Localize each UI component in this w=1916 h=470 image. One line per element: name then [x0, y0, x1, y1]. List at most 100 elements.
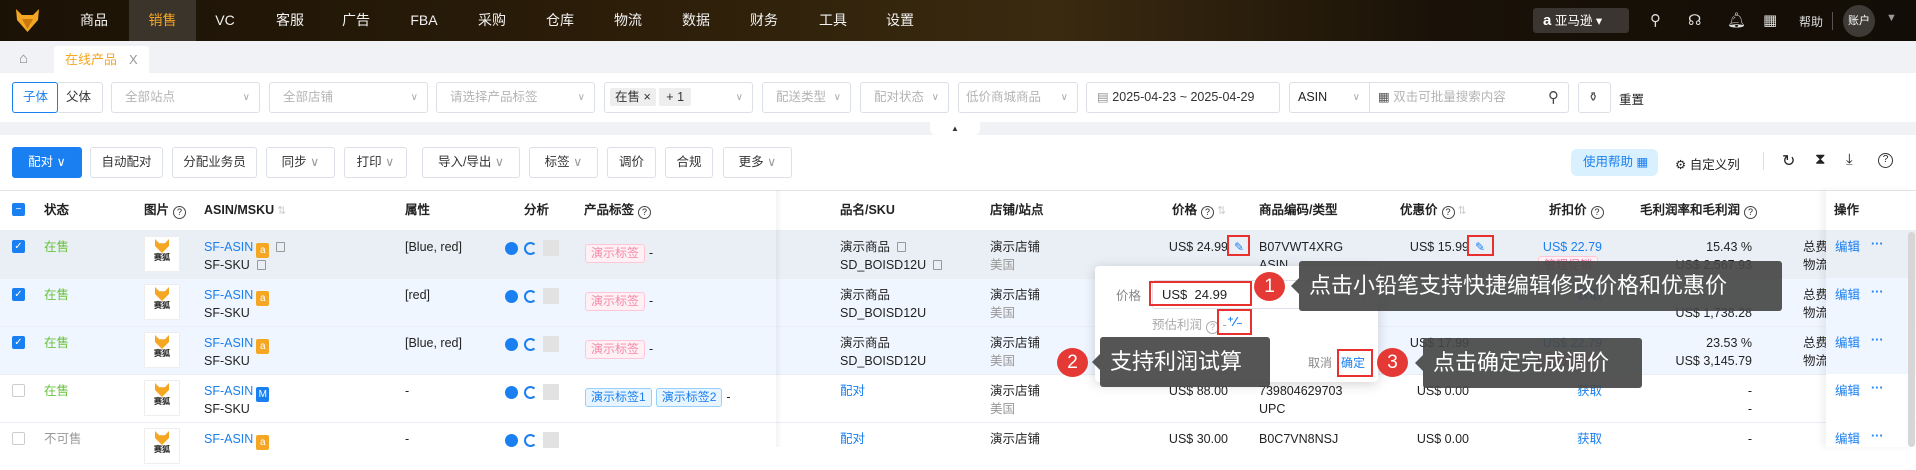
print-button[interactable]: 打印 ∨: [344, 147, 407, 178]
home-icon[interactable]: ⌂: [19, 50, 28, 67]
site-select[interactable]: 全部站点 ∨: [111, 82, 260, 113]
copy-icon[interactable]: [276, 242, 286, 252]
nav-item[interactable]: 数据: [666, 0, 726, 41]
traffic-icon[interactable]: [524, 289, 537, 303]
headset-icon[interactable]: ☊: [1688, 11, 1701, 29]
custom-columns-button[interactable]: ⚙ 自定义列: [1675, 154, 1740, 173]
pie-chart-icon[interactable]: [505, 241, 518, 255]
header-price[interactable]: 价格? ⇅: [1172, 190, 1226, 230]
traffic-icon[interactable]: [524, 385, 537, 399]
traffic-icon[interactable]: [524, 433, 537, 447]
help-icon[interactable]: ?: [173, 206, 187, 219]
low-price-select[interactable]: 低价商城商品 ∨: [958, 82, 1078, 113]
asin-link[interactable]: SF-ASIN: [204, 336, 253, 350]
match-button[interactable]: 配对 ∨: [12, 147, 82, 178]
help-icon[interactable]: ?: [1878, 153, 1893, 168]
product-tag[interactable]: 演示标签: [585, 340, 646, 359]
delivery-type-select[interactable]: 配送类型 ∨: [762, 82, 851, 113]
nav-item[interactable]: 商品: [64, 0, 124, 41]
hourglass-icon[interactable]: ⧗: [1815, 151, 1826, 168]
product-thumbnail[interactable]: 赛狐: [144, 284, 180, 320]
help-icon[interactable]: ?: [1590, 206, 1604, 219]
asin-link[interactable]: SF-ASIN: [204, 432, 253, 446]
tags-button[interactable]: 标签 ∨: [529, 147, 598, 178]
filter-icon[interactable]: ⚱: [1578, 82, 1611, 113]
search-icon[interactable]: ⚲: [1548, 83, 1559, 112]
match-status-select[interactable]: 配对状态 ∨: [860, 82, 949, 113]
vertical-scrollbar[interactable]: [1908, 232, 1915, 447]
account-caret-icon[interactable]: ▼: [1886, 12, 1897, 24]
row-checkbox[interactable]: [12, 432, 25, 445]
help-icon[interactable]: ?: [638, 206, 652, 219]
nav-item[interactable]: 仓库: [530, 0, 590, 41]
row-checkbox[interactable]: ✓: [12, 336, 25, 349]
product-thumbnail[interactable]: 赛狐: [144, 428, 180, 464]
nav-item[interactable]: VC: [195, 0, 255, 41]
trend-chart-icon[interactable]: [543, 240, 559, 256]
shop-select[interactable]: 全部店铺 ∨: [269, 82, 428, 113]
help-icon[interactable]: ?: [1441, 206, 1455, 219]
parent-toggle[interactable]: 父体: [57, 82, 103, 113]
nav-item[interactable]: 设置: [870, 0, 930, 41]
refresh-icon[interactable]: ↻: [1782, 151, 1795, 171]
product-thumbnail[interactable]: 赛狐: [144, 236, 180, 272]
date-range-picker[interactable]: ▤ 2025-04-23 ~ 2025-04-29: [1086, 82, 1280, 113]
copy-icon[interactable]: [897, 242, 907, 252]
chip-close-icon[interactable]: ×: [644, 90, 651, 104]
nav-item[interactable]: 广告: [326, 0, 386, 41]
nav-item[interactable]: 财务: [734, 0, 794, 41]
asin-link[interactable]: SF-ASIN: [204, 288, 253, 302]
help-link[interactable]: 帮助: [1799, 13, 1823, 30]
reset-button[interactable]: 重置: [1619, 89, 1644, 108]
import-export-button[interactable]: 导入/导出 ∨: [422, 147, 520, 178]
product-tag[interactable]: 演示标签: [585, 244, 646, 263]
select-all-checkbox[interactable]: −: [12, 203, 25, 216]
usage-help-button[interactable]: 使用帮助 ▦: [1571, 149, 1658, 176]
nav-item[interactable]: 采购: [462, 0, 522, 41]
nav-item[interactable]: 销售: [129, 0, 196, 41]
trend-chart-icon[interactable]: [543, 288, 559, 304]
trend-chart-icon[interactable]: [543, 336, 559, 352]
trend-chart-icon[interactable]: [543, 384, 559, 400]
nav-item[interactable]: 客服: [260, 0, 320, 41]
pie-chart-icon[interactable]: [505, 433, 518, 447]
discount-price[interactable]: 获取: [1577, 430, 1602, 448]
traffic-icon[interactable]: [524, 241, 537, 255]
collapse-filters-icon[interactable]: ▲: [930, 122, 980, 135]
trend-chart-icon[interactable]: [543, 432, 559, 448]
help-icon[interactable]: ?: [1201, 206, 1215, 219]
sort-icon[interactable]: ⇅: [1217, 205, 1226, 217]
nav-item[interactable]: 物流: [598, 0, 658, 41]
child-toggle[interactable]: 子体: [12, 82, 58, 113]
product-tag[interactable]: 演示标签2: [655, 388, 723, 407]
product-name[interactable]: 配对: [840, 430, 865, 448]
copy-icon[interactable]: [256, 260, 266, 270]
search-icon[interactable]: ⚲: [1650, 11, 1661, 29]
row-checkbox[interactable]: ✓: [12, 240, 25, 253]
header-asin[interactable]: ASIN/MSKU ⇅: [204, 190, 286, 230]
pie-chart-icon[interactable]: [505, 337, 518, 351]
discount-price[interactable]: US$ 22.79: [1543, 238, 1602, 256]
tab-close-icon[interactable]: X: [129, 52, 138, 67]
status-select[interactable]: 在售 × + 1 ∨: [604, 82, 753, 113]
product-thumbnail[interactable]: 赛狐: [144, 380, 180, 416]
download-icon[interactable]: ⤓: [1846, 151, 1853, 168]
account-avatar[interactable]: 账户: [1843, 5, 1875, 37]
cancel-button[interactable]: 取消: [1308, 354, 1332, 371]
product-tag[interactable]: 演示标签1: [585, 388, 652, 407]
asin-link[interactable]: SF-ASIN: [204, 384, 253, 398]
tab-online-products[interactable]: 在线产品 X: [54, 46, 149, 73]
platform-select[interactable]: a 亚马逊 ▾: [1533, 8, 1629, 33]
sync-button[interactable]: 同步 ∨: [266, 147, 335, 178]
bell-icon[interactable]: 🔔︎: [1727, 11, 1746, 29]
sort-icon[interactable]: ⇅: [1458, 205, 1467, 217]
row-checkbox[interactable]: ✓: [12, 288, 25, 301]
nav-item[interactable]: FBA: [394, 0, 454, 41]
brand-logo-icon[interactable]: [14, 7, 41, 34]
adjust-price-button[interactable]: 调价: [607, 147, 656, 178]
pie-chart-icon[interactable]: [505, 385, 518, 399]
search-input[interactable]: ▦ 双击可批量搜索内容 ⚲: [1369, 82, 1569, 113]
traffic-icon[interactable]: [524, 337, 537, 351]
pie-chart-icon[interactable]: [505, 289, 518, 303]
product-thumbnail[interactable]: 赛狐: [144, 332, 180, 368]
